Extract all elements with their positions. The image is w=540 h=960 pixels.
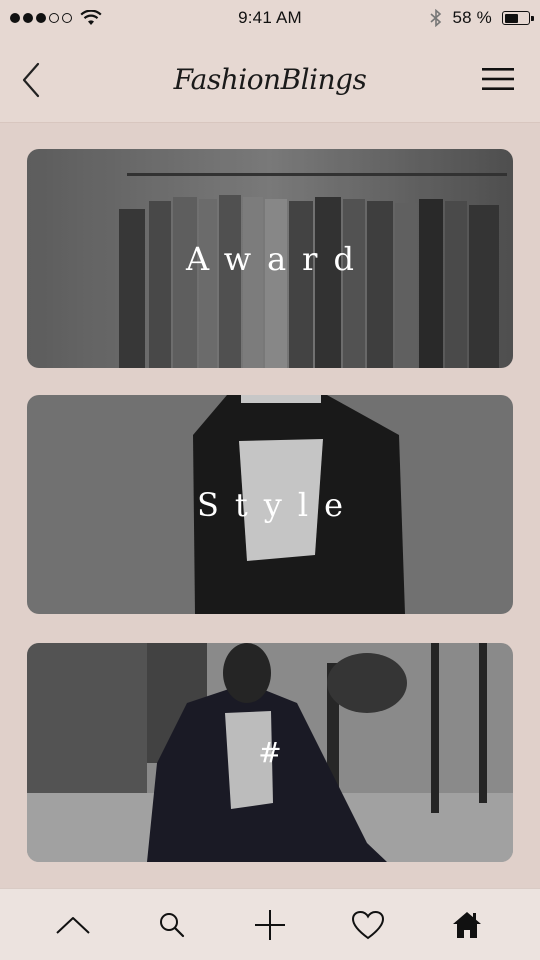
back-button[interactable] [18,60,50,100]
tab-scroll-top[interactable] [45,897,101,953]
menu-button[interactable] [480,66,516,92]
tab-add[interactable] [242,897,298,953]
hamburger-menu-icon [482,68,514,90]
card-label-style: Style [196,485,360,524]
battery-fill [504,13,518,23]
tab-search[interactable] [144,897,200,953]
card-label-award: Award [186,239,370,278]
card-label-hashtag: # [258,736,282,769]
app-logo: FashionBlings [173,62,367,96]
category-list: Award Style # [0,123,540,888]
category-card-hashtag[interactable]: # [27,643,513,862]
category-card-style[interactable]: Style [27,395,513,614]
tab-home[interactable] [439,897,495,953]
chevron-left-icon [22,62,40,98]
status-time: 9:41 AM [238,8,302,27]
heart-icon [352,910,385,939]
nav-bar: FashionBlings [0,36,540,122]
signal-strength-icon [10,13,72,23]
plus-icon [254,909,285,940]
home-icon [452,911,481,938]
chevron-up-icon [56,916,90,934]
status-bar: 9:41 AM 58 % [0,0,540,36]
status-right: 58 % [430,8,534,28]
search-icon [159,912,184,937]
battery-icon [502,11,534,25]
status-left [10,10,102,26]
tab-bar [0,888,540,960]
category-card-award[interactable]: Award [27,149,513,368]
wifi-icon [80,10,102,25]
battery-percent: 58 % [452,8,492,27]
tab-favorites[interactable] [340,897,396,953]
bluetooth-icon [430,9,442,27]
